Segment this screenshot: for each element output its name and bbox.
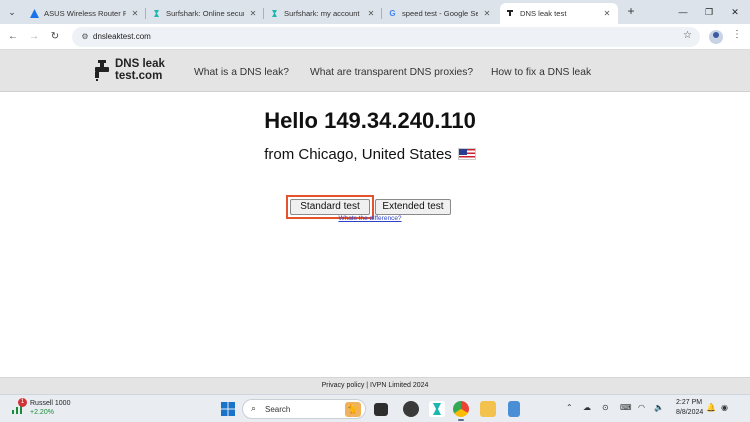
- faucet-logo-icon: [95, 60, 109, 81]
- nav-transparent-dns-proxies[interactable]: What are transparent DNS proxies?: [310, 67, 473, 78]
- site-info-icon[interactable]: ⚙: [79, 31, 91, 43]
- chevron-up-icon[interactable]: ⌃: [566, 403, 573, 412]
- chrome-icon[interactable]: [453, 401, 469, 417]
- logo-line-1: DNS leak: [115, 58, 165, 70]
- active-indicator: [458, 419, 464, 421]
- bookmark-star-icon[interactable]: ☆: [683, 30, 692, 41]
- search-label: Search: [265, 405, 291, 414]
- surfshark-favicon-icon: [270, 9, 279, 18]
- close-icon[interactable]: ✕: [248, 9, 258, 18]
- file-explorer-icon[interactable]: [480, 401, 496, 417]
- logo-text: DNS leak test.com: [115, 58, 165, 82]
- tab-search-icon[interactable]: ⌄: [4, 4, 20, 20]
- difference-link-text[interactable]: Whats the difference?: [338, 215, 401, 222]
- taskbar-search[interactable]: ⌕ Search 🐈: [242, 399, 366, 419]
- site-logo[interactable]: DNS leak test.com: [93, 56, 173, 86]
- faucet-favicon-icon: [506, 9, 515, 18]
- tab-title: speed test - Google Sear: [402, 9, 478, 18]
- location-text: from Chicago, United States: [264, 146, 452, 163]
- task-view-icon[interactable]: [374, 403, 388, 416]
- clock-time[interactable]: 2:27 PM: [676, 399, 702, 406]
- ip-greeting: Hello 149.34.240.110: [264, 108, 476, 133]
- cloud-icon[interactable]: ☁: [583, 403, 591, 412]
- window-close-icon[interactable]: ✕: [726, 3, 744, 21]
- logo-line-2: test.com: [115, 70, 163, 82]
- tab-strip: ⌄ ASUS Wireless Router RT ✕ Surfshark: O…: [0, 0, 750, 24]
- restore-icon[interactable]: ❐: [700, 3, 718, 21]
- site-footer: Privacy policy | IVPN Limited 2024: [0, 377, 750, 394]
- media-app-icon[interactable]: [403, 401, 419, 417]
- search-highlight-icon: 🐈: [345, 402, 361, 417]
- windows-taskbar: 1 Russell 1000 +2.20% ⌕ Search 🐈 ⌃ ☁ ⊙ ⌨…: [0, 394, 750, 422]
- url-text[interactable]: dnsleaktest.com: [93, 32, 151, 41]
- widget-icon[interactable]: ◉: [721, 403, 728, 412]
- nav-what-is-dns-leak[interactable]: What is a DNS leak?: [194, 67, 289, 78]
- notification-badge: 1: [18, 398, 27, 407]
- surfshark-app-icon[interactable]: [429, 401, 445, 417]
- search-icon: ⌕: [251, 403, 257, 413]
- asus-favicon-icon: [30, 9, 39, 18]
- browser-toolbar: ← → ↻ ⚙ dnsleaktest.com ☆: [0, 24, 750, 50]
- close-icon[interactable]: ✕: [482, 9, 492, 18]
- profile-icon[interactable]: [709, 30, 723, 44]
- location-line: from Chicago, United States: [0, 146, 740, 163]
- wifi-icon[interactable]: ◠: [638, 403, 645, 412]
- forward-icon[interactable]: →: [26, 29, 42, 45]
- back-icon[interactable]: ←: [5, 29, 21, 45]
- keyboard-icon[interactable]: ⌨: [620, 403, 632, 412]
- network-tray-icon[interactable]: ⊙: [602, 403, 609, 412]
- google-favicon-icon: G: [389, 9, 396, 18]
- close-icon[interactable]: ✕: [366, 9, 376, 18]
- minimize-icon[interactable]: —: [674, 3, 692, 21]
- tab-surfshark-security[interactable]: Surfshark: Online security ✕: [146, 3, 264, 24]
- bell-icon[interactable]: 🔔: [706, 403, 716, 412]
- kebab-menu-icon[interactable]: ⋮: [732, 29, 742, 40]
- tab-dns-leak-test[interactable]: DNS leak test ✕: [500, 3, 618, 24]
- tab-title: ASUS Wireless Router RT: [44, 9, 126, 18]
- extended-test-button[interactable]: Extended test: [375, 199, 451, 215]
- notepad-icon[interactable]: [508, 401, 520, 417]
- clock-date[interactable]: 8/8/2024: [676, 409, 703, 416]
- tab-title: Surfshark: my account: [284, 9, 360, 18]
- close-icon[interactable]: ✕: [602, 9, 612, 18]
- surfshark-favicon-icon: [152, 9, 161, 18]
- whats-the-difference-link: Whats the difference?: [0, 215, 740, 222]
- tab-asus-router[interactable]: ASUS Wireless Router RT ✕: [24, 3, 146, 24]
- new-tab-icon[interactable]: +: [624, 4, 638, 20]
- tab-title: Surfshark: Online security: [166, 9, 244, 18]
- reload-icon[interactable]: ↻: [47, 29, 63, 45]
- address-bar[interactable]: ⚙ dnsleaktest.com ☆: [72, 27, 700, 47]
- stock-name[interactable]: Russell 1000: [30, 400, 70, 407]
- tab-speed-test[interactable]: G speed test - Google Sear ✕: [382, 3, 498, 24]
- windows-start-icon[interactable]: [220, 401, 236, 417]
- us-flag-icon: [457, 148, 476, 160]
- nav-how-to-fix[interactable]: How to fix a DNS leak: [491, 67, 591, 78]
- stock-change: +2.20%: [30, 409, 54, 416]
- volume-icon[interactable]: 🔈: [654, 403, 664, 412]
- close-icon[interactable]: ✕: [130, 9, 140, 18]
- tab-title: DNS leak test: [520, 9, 567, 18]
- tab-surfshark-account[interactable]: Surfshark: my account ✕: [264, 3, 382, 24]
